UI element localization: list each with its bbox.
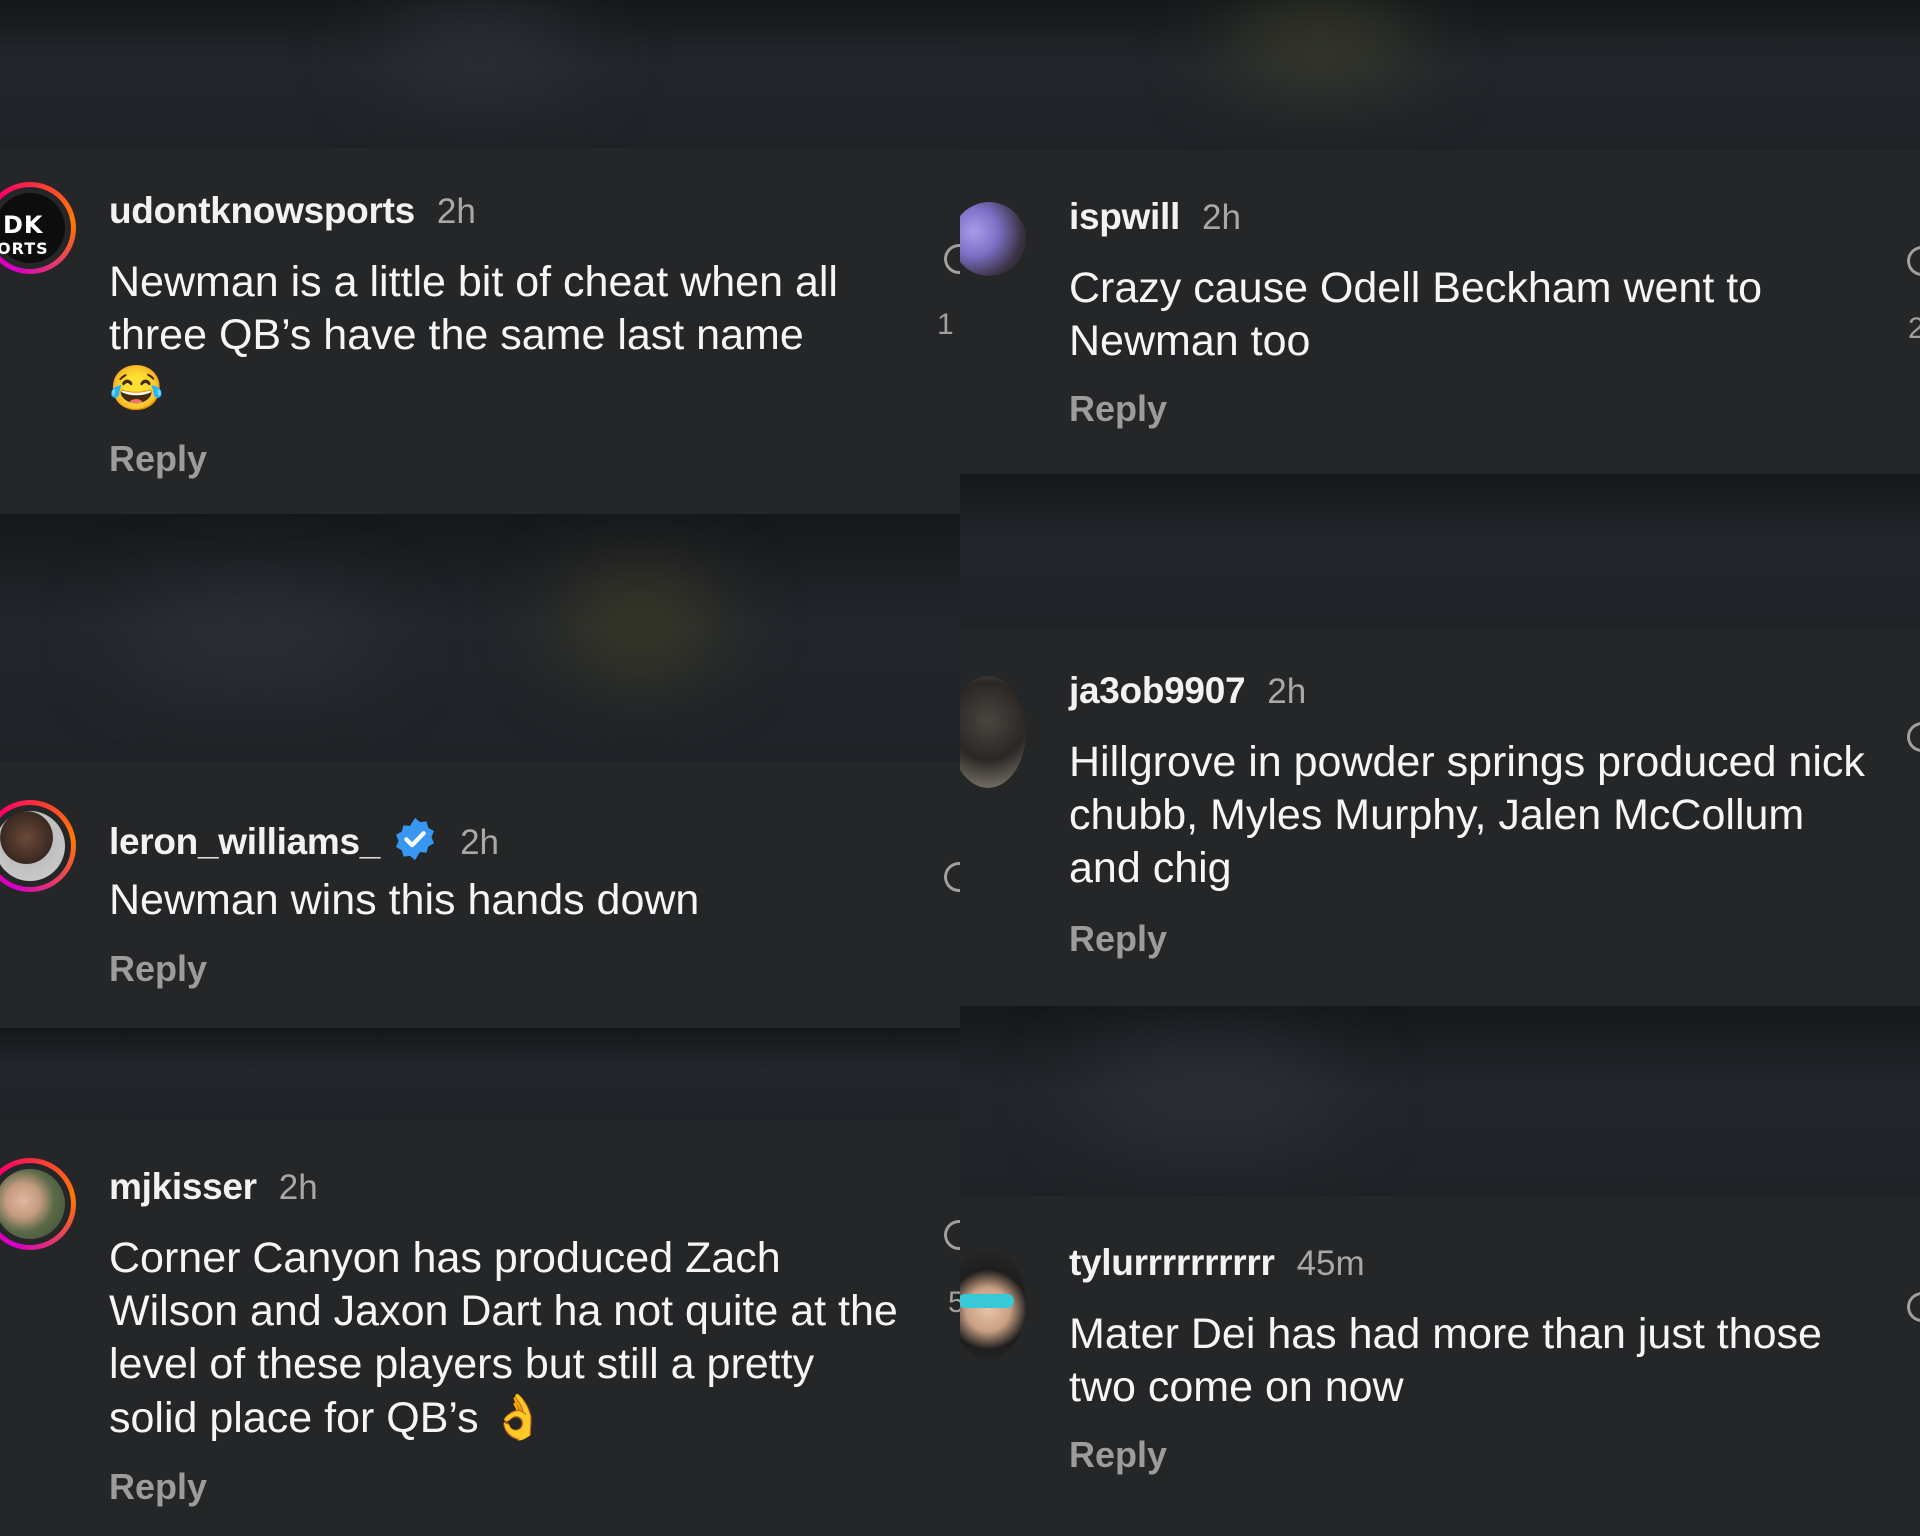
comment-header: tylurrrrrrrrrr 45m — [1069, 1242, 1365, 1284]
avatar[interactable]: DK ORTS — [0, 182, 76, 274]
blurred-background — [960, 1006, 1920, 1196]
comment-card: ispwill 2h Crazy cause Odell Beckham wen… — [960, 150, 1920, 474]
comment-card: ja3ob9907 2h Hillgrove in powder springs… — [960, 628, 1920, 1006]
comment-text-content: Newman is a little bit of cheat when all… — [109, 258, 838, 359]
comment-header: ispwill 2h — [1069, 196, 1241, 238]
avatar[interactable] — [960, 676, 1026, 788]
reply-button[interactable]: Reply — [109, 1466, 207, 1508]
like-count: 2 — [1908, 312, 1920, 345]
blurred-background — [0, 514, 960, 762]
comment-card: mjkisser 2h Corner Canyon has produced Z… — [0, 1120, 960, 1536]
like-count: 1 — [937, 308, 954, 341]
comment-text: Hillgrove in powder springs produced nic… — [1069, 738, 1865, 892]
heart-outline-icon[interactable] — [1902, 717, 1920, 757]
comment-header: mjkisser 2h — [109, 1166, 318, 1208]
username[interactable]: ispwill — [1069, 196, 1180, 238]
timestamp: 2h — [278, 1168, 318, 1207]
reply-button[interactable]: Reply — [109, 438, 207, 480]
reply-button[interactable]: Reply — [109, 948, 207, 990]
comment-text: Corner Canyon has produced Zach Wilson a… — [109, 1232, 899, 1445]
heart-outline-icon[interactable] — [1902, 241, 1920, 281]
reply-button[interactable]: Reply — [1069, 918, 1167, 960]
ok-hand-emoji: 👌 — [490, 1393, 546, 1442]
reply-button[interactable]: Reply — [1069, 388, 1167, 430]
verified-badge-icon — [396, 817, 435, 861]
timestamp: 2h — [1201, 198, 1241, 237]
timestamp: 2h — [436, 192, 476, 231]
heart-outline-icon[interactable] — [939, 857, 960, 897]
avatar-lettering: ORTS — [0, 239, 49, 258]
avatar-lettering: DK — [3, 211, 44, 239]
comment-header: leron_williams_ 2h — [109, 808, 499, 863]
blurred-background — [960, 0, 1920, 150]
heart-outline-icon[interactable] — [939, 239, 960, 279]
comment-header: ja3ob9907 2h — [1069, 670, 1306, 712]
reply-button[interactable]: Reply — [1069, 1434, 1167, 1476]
timestamp: 2h — [1267, 672, 1307, 711]
timestamp: 2h — [460, 823, 500, 862]
username[interactable]: mjkisser — [109, 1166, 257, 1208]
sunglasses-icon — [960, 1294, 1014, 1308]
comment-text: Crazy cause Odell Beckham went to Newman… — [1069, 264, 1763, 365]
left-comment-panel: DK ORTS udontknowsports 2h Newman is a l… — [0, 0, 960, 1536]
comment-card: DK ORTS udontknowsports 2h Newman is a l… — [0, 148, 960, 514]
username[interactable]: ja3ob9907 — [1069, 670, 1246, 712]
avatar[interactable] — [960, 202, 1026, 276]
laughing-emoji: 😂 — [109, 364, 164, 413]
comment-text: Newman wins this hands down — [109, 876, 700, 924]
comment-card: tylurrrrrrrrrr 45m Mater Dei has had mor… — [960, 1196, 1920, 1536]
comment-header: udontknowsports 2h — [109, 190, 476, 232]
blurred-background — [960, 474, 1920, 628]
blurred-background — [0, 0, 960, 148]
username[interactable]: tylurrrrrrrrrr — [1069, 1242, 1275, 1284]
blurred-background — [0, 1028, 960, 1120]
comment-text: Mater Dei has had more than just those t… — [1069, 1310, 1822, 1411]
like-count: 5 — [948, 1286, 960, 1319]
avatar[interactable] — [0, 800, 76, 892]
avatar[interactable] — [0, 1158, 76, 1250]
heart-outline-icon[interactable] — [1902, 1287, 1920, 1327]
avatar[interactable] — [960, 1248, 1026, 1360]
username[interactable]: udontknowsports — [109, 190, 415, 232]
comment-text: Newman is a little bit of cheat when all… — [109, 256, 909, 416]
heart-outline-icon[interactable] — [939, 1215, 960, 1255]
timestamp: 45m — [1296, 1244, 1365, 1283]
right-comment-panel: ispwill 2h Crazy cause Odell Beckham wen… — [960, 0, 1920, 1536]
username[interactable]: leron_williams_ — [109, 821, 380, 863]
comment-card: leron_williams_ 2h Newman wins this hand… — [0, 762, 960, 1028]
